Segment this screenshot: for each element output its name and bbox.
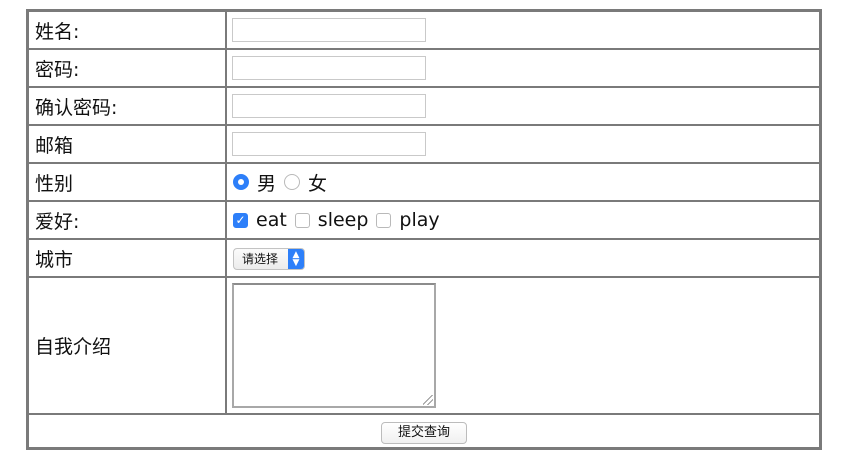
row-hobby: 爱好: ✓ eat sleep play [28,201,820,239]
gender-options-cell: 男 女 [226,163,820,201]
email-input[interactable] [232,132,426,156]
select-arrows-icon: ▲ ▼ [288,248,305,269]
intro-textarea[interactable] [232,283,436,408]
row-gender: 性别 男 女 [28,163,820,201]
password-field-cell [226,49,820,87]
hobby-checkbox-group: ✓ eat sleep play [233,209,813,231]
registration-form-table: 姓名: 密码: 确认密码: 邮箱 性别 男 女 爱好: ✓ eat sleep … [26,9,822,450]
row-email: 邮箱 [28,125,820,163]
row-name: 姓名: [28,11,820,49]
submit-cell: 提交查询 [28,414,820,448]
confirm-password-input[interactable] [232,94,426,118]
resize-grip-icon[interactable] [423,395,433,405]
city-select-cell: 请选择 ▲ ▼ [226,239,820,277]
hobby-checkbox-play[interactable] [376,212,392,228]
password-label: 密码: [28,49,226,87]
hobby-option-play-label: play [399,209,440,231]
email-label: 邮箱 [28,125,226,163]
row-intro: 自我介绍 [28,277,820,414]
hobby-checkbox-eat[interactable]: ✓ [233,212,248,228]
checkmark-icon: ✓ [235,213,246,227]
gender-radio-male[interactable] [233,174,249,190]
gender-label: 性别 [28,163,226,201]
gender-option-female-label: 女 [308,172,328,195]
hobby-checkbox-sleep[interactable] [294,212,310,228]
name-field-cell [226,11,820,49]
submit-button[interactable]: 提交查询 [380,421,467,444]
password-input[interactable] [232,56,426,80]
row-password: 密码: [28,49,820,87]
gender-option-male-label: 男 [257,172,277,195]
confirm-password-field-cell [226,87,820,125]
gender-radio-group: 男 女 [233,169,813,196]
intro-field-cell [226,277,820,414]
row-confirm-password: 确认密码: [28,87,820,125]
row-city: 城市 请选择 ▲ ▼ [28,239,820,277]
city-label: 城市 [28,239,226,277]
city-select[interactable]: 请选择 ▲ ▼ [233,247,306,270]
gender-radio-female[interactable] [284,174,301,190]
hobby-label: 爱好: [28,201,226,239]
hobby-option-eat-label: eat [256,209,287,231]
city-select-value: 请选择 [242,252,279,267]
row-submit: 提交查询 [28,414,820,448]
email-field-cell [226,125,820,163]
confirm-password-label: 确认密码: [28,87,226,125]
hobby-option-sleep-label: sleep [317,209,369,231]
hobby-options-cell: ✓ eat sleep play [226,201,820,239]
intro-label: 自我介绍 [28,277,226,414]
name-label: 姓名: [28,11,226,49]
name-input[interactable] [232,18,426,42]
